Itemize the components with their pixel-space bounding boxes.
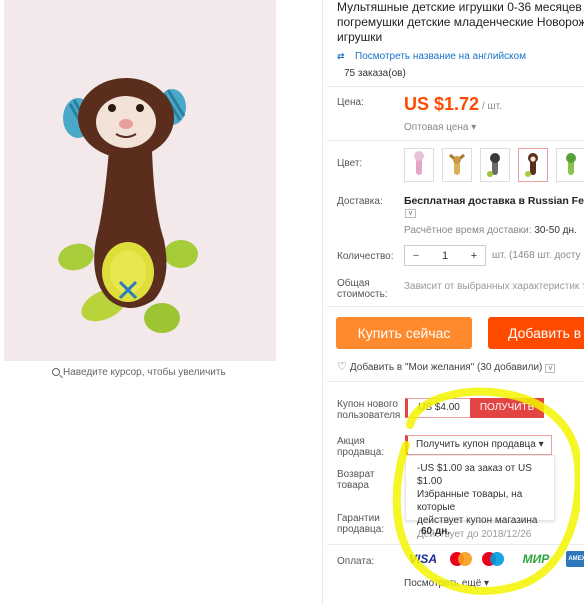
mastercard-icon [448, 551, 474, 567]
more-payment-text[interactable]: Посмотреть ещё [404, 578, 481, 589]
amex-icon: AMEX [566, 551, 584, 567]
quantity-input[interactable]: 1 [427, 250, 463, 262]
title-line-3: игрушки [337, 30, 383, 44]
chevron-down-icon[interactable]: v [405, 209, 416, 218]
total-label: Общая стоимость: [337, 278, 388, 300]
returns-label-2: товара [337, 480, 369, 491]
increase-button[interactable]: + [463, 250, 485, 262]
seller-promo-label: Акция продавца: [337, 436, 384, 458]
wishlist-link[interactable]: ♡ Добавить в "Мои желания" (30 добавили) v [337, 360, 556, 373]
zoom-hint-text: Наведите курсор, чтобы увеличить [63, 367, 226, 378]
caret-down-icon: ▾ [538, 439, 544, 450]
color-swatch-3[interactable] [480, 148, 510, 182]
quantity-stepper: − 1 + [404, 245, 486, 266]
add-to-cart-button[interactable]: Добавить в [488, 317, 584, 349]
shipping-estimate-value: 30-50 дн. [534, 225, 577, 236]
get-coupon-button[interactable]: ПОЛУЧИТЬ [470, 398, 544, 418]
returns-label-1: Возврат [337, 469, 375, 480]
decrease-button[interactable]: − [405, 250, 427, 262]
coupon-scope-1: Избранные товары, на которые [417, 489, 523, 513]
caret-down-icon: ▾ [484, 578, 490, 589]
translate-link-text[interactable]: Посмотреть название на английском [355, 51, 526, 62]
wholesale-label: Оптовая цена [404, 122, 469, 133]
color-swatch-4[interactable] [518, 148, 548, 182]
monkey-toy-image [4, 0, 276, 361]
translate-title-link[interactable]: ⇄ Посмотреть название на английском [337, 51, 526, 62]
mir-icon: МИР [522, 552, 550, 566]
maestro-icon [480, 551, 506, 567]
more-payment-link[interactable]: Посмотреть ещё ▾ [404, 578, 489, 589]
zoom-hint: Наведите курсор, чтобы увеличить [52, 367, 226, 378]
wishlist-text[interactable]: Добавить в "Мои желания" (30 добавили) [350, 362, 543, 373]
buy-now-button[interactable]: Купить сейчас [336, 317, 472, 349]
color-swatch-5[interactable] [556, 148, 584, 182]
price-unit: / шт. [482, 101, 502, 112]
guarantee-days: 60 дн. [421, 526, 451, 537]
price-value: US $1.72 [404, 94, 480, 114]
caret-down-icon: ▾ [471, 122, 477, 133]
new-user-coupon-label-2: пользователя [337, 410, 401, 421]
new-user-coupon-label: Купон нового пользователя [337, 399, 400, 421]
guarantee-label-1: Гарантии [337, 513, 380, 524]
column-divider [322, 0, 323, 604]
seller-promo-label-1: Акция [337, 436, 365, 447]
quantity-label: Количество: [337, 251, 394, 262]
shipping-estimate-label: Расчётное время доставки: [404, 225, 532, 236]
wholesale-price-dropdown[interactable]: Оптовая цена ▾ [404, 122, 476, 133]
seller-promo-label-2: продавца: [337, 447, 385, 458]
payment-label: Оплата: [337, 556, 375, 567]
divider [327, 86, 584, 87]
divider [327, 381, 584, 382]
chevron-down-icon[interactable]: v [545, 364, 556, 373]
product-image[interactable] [4, 0, 276, 361]
translate-icon: ⇄ [337, 51, 345, 61]
title-line-1: Мультяшные детские игрушки 0-36 месяцев [337, 0, 582, 14]
color-swatch-1[interactable] [404, 148, 434, 182]
new-user-coupon-amount: US $4.00 [405, 398, 471, 418]
color-swatch-2[interactable] [442, 148, 472, 182]
payment-methods: VISA МИР AMEX [404, 551, 584, 567]
seller-coupon-popup: -US $1.00 за заказ от US $1.00 Избранные… [405, 455, 555, 540]
title-line-2: погремушки детские младенческие Новорожд… [337, 15, 584, 29]
total-label-line-2: стоимость: [337, 289, 388, 300]
product-title: Мультяшные детские игрушки 0-36 месяцев … [337, 0, 584, 45]
total-note: Зависит от выбранных характеристик те [404, 281, 584, 292]
shipping-label: Доставка: [337, 196, 383, 207]
shipping-destination: Бесплатная доставка в Russian Federa [404, 195, 584, 207]
total-label-line-1: Общая [337, 278, 370, 289]
coupon-terms: -US $1.00 за заказ от US $1.00 [417, 463, 532, 487]
guarantee-label-2: продавца: [337, 524, 385, 535]
divider [327, 544, 584, 545]
heart-icon: ♡ [337, 361, 347, 373]
seller-coupon-dropdown[interactable]: Получить купон продавца ▾ [405, 435, 552, 455]
visa-icon: VISA [408, 552, 437, 566]
divider [327, 306, 584, 307]
new-user-coupon-label-1: Купон нового [337, 399, 398, 410]
price-label: Цена: [337, 97, 364, 108]
shipping-estimate: Расчётное время доставки: 30-50 дн. [404, 225, 577, 236]
guarantee-label: Гарантии продавца: [337, 513, 384, 535]
returns-label: Возврат товара [337, 469, 375, 491]
seller-coupon-label: Получить купон продавца [416, 439, 536, 450]
orders-count: 75 заказа(ов) [344, 68, 406, 79]
divider [327, 140, 584, 141]
magnifier-icon [52, 368, 60, 376]
color-label: Цвет: [337, 158, 363, 169]
quantity-available: шт. (1468 шт. досту [492, 250, 581, 261]
